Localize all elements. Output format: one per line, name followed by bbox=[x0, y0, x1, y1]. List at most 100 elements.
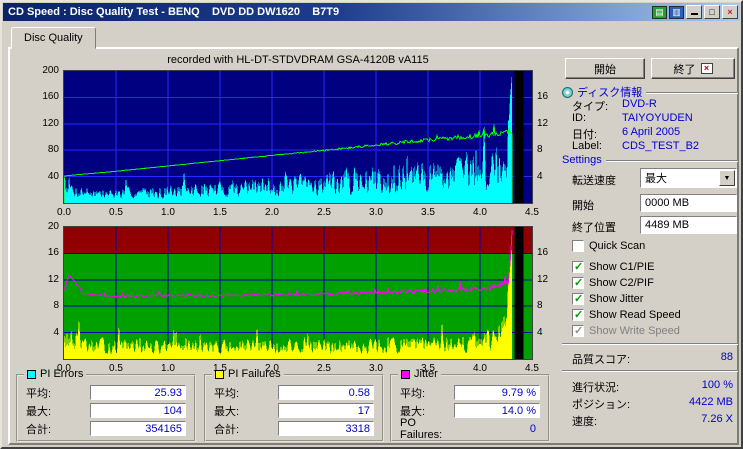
axis-tick-label: 2.5 bbox=[317, 207, 331, 218]
axis-tick-label: 0.5 bbox=[109, 207, 123, 218]
stat-row: 平均: 25.93 bbox=[26, 384, 186, 401]
disc-id-label: ID: bbox=[572, 112, 587, 124]
stat-value: 25.93 bbox=[90, 385, 186, 400]
stat-value: 0 bbox=[529, 423, 536, 435]
checkbox-label: Show C2/PIF bbox=[589, 277, 654, 289]
stat-label: PO Failures: bbox=[400, 416, 443, 441]
checkbox-show-write-speed: Show Write Speed bbox=[572, 324, 680, 338]
stat-value: 104 bbox=[90, 403, 186, 418]
axis-tick-label: 1.5 bbox=[213, 363, 227, 374]
axis-tick-label: 4 bbox=[537, 170, 543, 182]
stat-value: 14.0 % bbox=[454, 403, 540, 418]
progress-value: 100 % bbox=[701, 379, 733, 391]
stat-row: 平均: 9.79 % bbox=[400, 384, 540, 401]
start-button[interactable]: 開始 bbox=[565, 58, 645, 79]
speed-value: 7.26 X bbox=[701, 413, 733, 425]
titlebar-blue-icon[interactable]: ▥ bbox=[669, 5, 684, 19]
axis-tick-label: 2.5 bbox=[317, 363, 331, 374]
disc-label-label: Label: bbox=[572, 140, 602, 152]
quick-scan-checkbox-icon[interactable] bbox=[572, 240, 584, 252]
axis-tick-label: 12 bbox=[537, 273, 549, 285]
section-divider bbox=[646, 92, 738, 94]
stat-label: 合計: bbox=[26, 423, 52, 436]
title-bar[interactable]: CD Speed : Disc Quality Test - BENQ DVD … bbox=[3, 3, 740, 21]
checkbox-label: Show Jitter bbox=[589, 293, 644, 305]
close-icon: × bbox=[727, 6, 733, 17]
exit-button-label: 終了 bbox=[673, 63, 696, 76]
stat-label: 平均: bbox=[400, 387, 426, 400]
checkbox-show-jitter[interactable]: Show Jitter bbox=[572, 292, 643, 306]
axis-tick-label: 3.5 bbox=[421, 207, 435, 218]
checkbox-quick-scan[interactable]: Quick Scan bbox=[572, 239, 645, 253]
axis-tick-label: 0.0 bbox=[57, 207, 71, 218]
stat-row: 平均: 0.58 bbox=[214, 384, 374, 401]
show-write-speed-checkbox-icon bbox=[572, 324, 584, 337]
axis-tick-label: 4.0 bbox=[473, 207, 487, 218]
stat-label: 最大: bbox=[214, 405, 240, 418]
axis-tick-label: 8 bbox=[537, 300, 543, 312]
stat-row: PO Failures: 0 bbox=[400, 417, 540, 441]
quality-score-label: 品質スコア: bbox=[572, 354, 631, 366]
divider bbox=[562, 343, 738, 345]
stat-label: 合計: bbox=[214, 423, 240, 436]
chevron-down-icon[interactable]: ▼ bbox=[719, 170, 735, 186]
minimize-icon bbox=[690, 6, 698, 15]
show-c2-pif-checkbox-icon[interactable] bbox=[572, 276, 584, 289]
axis-tick-label: 16 bbox=[47, 247, 59, 259]
progress-label: 進行状況: bbox=[572, 382, 620, 394]
maximize-button[interactable]: □ bbox=[704, 5, 720, 19]
quality-score-row: 品質スコア: 88 bbox=[572, 351, 733, 367]
tab-disc-quality[interactable]: Disc Quality bbox=[11, 27, 96, 49]
close-button[interactable]: × bbox=[722, 5, 738, 19]
stat-value: 0.58 bbox=[278, 385, 374, 400]
pi-failures-statbox: PI Failures 平均: 0.58 最大: 17 合計: 3318 bbox=[204, 368, 384, 442]
end-position-label: 終了位置 bbox=[572, 222, 616, 234]
settings-section-header: Settings bbox=[562, 154, 738, 166]
checkbox-label: Show Read Speed bbox=[589, 309, 681, 321]
end-position-field[interactable]: 4489 MB bbox=[640, 216, 737, 234]
pi-errors-swatch bbox=[27, 369, 36, 379]
checkbox-show-read-speed[interactable]: Show Read Speed bbox=[572, 308, 681, 322]
start-button-label: 開始 bbox=[594, 63, 616, 76]
disc-icon bbox=[562, 86, 573, 98]
minimize-button[interactable] bbox=[686, 5, 702, 19]
app-window: CD Speed : Disc Quality Test - BENQ DVD … bbox=[0, 0, 743, 449]
axis-tick-label: 4.5 bbox=[525, 207, 539, 218]
disc-id-value: TAIYOYUDEN bbox=[622, 112, 693, 124]
axis-tick-label: 12 bbox=[47, 273, 59, 285]
show-c1-pie-checkbox-icon[interactable] bbox=[572, 260, 584, 273]
settings-title: Settings bbox=[562, 154, 602, 166]
titlebar-green-icon[interactable]: ▤ bbox=[652, 5, 667, 19]
divider bbox=[562, 370, 738, 372]
axis-tick-label: 4.5 bbox=[525, 363, 539, 374]
titlebar-controls: ▤ ▥ □ × bbox=[652, 5, 740, 19]
checkbox-show-c2-pif[interactable]: Show C2/PIF bbox=[572, 276, 654, 290]
axis-tick-label: 80 bbox=[47, 144, 59, 156]
transfer-speed-select[interactable]: 最大 ▼ bbox=[640, 168, 737, 188]
pi-errors-statbox: PI Errors 平均: 25.93 最大: 104 合計: 354165 bbox=[16, 368, 196, 442]
axis-tick-label: 160 bbox=[42, 91, 59, 103]
axis-tick-label: 0.5 bbox=[109, 363, 123, 374]
start-position-field[interactable]: 0000 MB bbox=[640, 194, 737, 212]
stat-row: 合計: 3318 bbox=[214, 420, 374, 437]
checkbox-show-c1-pie[interactable]: Show C1/PIE bbox=[572, 260, 654, 274]
pi-errors-legend: PI Errors bbox=[24, 368, 87, 380]
stat-value: 354165 bbox=[90, 421, 186, 436]
show-jitter-checkbox-icon[interactable] bbox=[572, 292, 584, 305]
axis-tick-label: 16 bbox=[537, 247, 549, 259]
exit-icon bbox=[700, 63, 713, 74]
position-row: ポジション: 4422 MB bbox=[572, 396, 733, 412]
axis-tick-label: 3.0 bbox=[369, 207, 383, 218]
window-title: CD Speed : Disc Quality Test - BENQ DVD … bbox=[8, 6, 340, 18]
stat-row: 最大: 17 bbox=[214, 402, 374, 419]
stat-label: 最大: bbox=[26, 405, 52, 418]
axis-tick-label: 1.5 bbox=[213, 207, 227, 218]
speed-label: 速度: bbox=[572, 416, 598, 428]
start-position-label: 開始 bbox=[572, 200, 594, 212]
checkbox-label: Quick Scan bbox=[589, 240, 646, 252]
jitter-swatch bbox=[401, 369, 410, 379]
checkbox-label: Show C1/PIE bbox=[589, 261, 655, 273]
show-read-speed-checkbox-icon[interactable] bbox=[572, 308, 584, 321]
exit-button[interactable]: 終了 bbox=[651, 58, 735, 79]
maximize-icon: □ bbox=[709, 6, 715, 17]
